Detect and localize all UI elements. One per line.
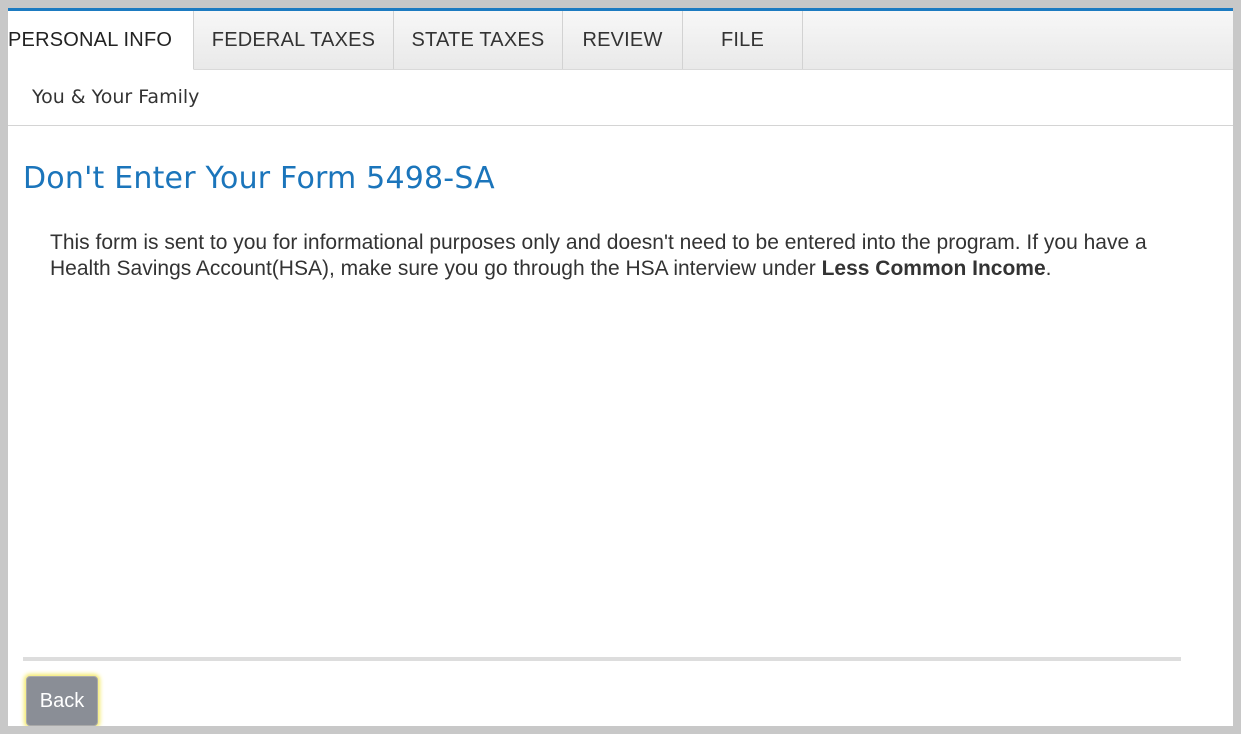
breadcrumb-label: You & Your Family bbox=[32, 86, 200, 108]
message-end: . bbox=[1045, 257, 1052, 280]
tab-file[interactable]: FILE bbox=[683, 11, 803, 69]
tab-review[interactable]: REVIEW bbox=[563, 11, 683, 69]
tab-personal-info[interactable]: PERSONAL INFO bbox=[8, 11, 194, 70]
info-message: This form is sent to you for information… bbox=[50, 230, 1190, 282]
page-title: Don't Enter Your Form 5498-SA bbox=[23, 161, 495, 196]
message-emphasis: Less Common Income bbox=[821, 257, 1046, 280]
tab-state-taxes[interactable]: STATE TAXES bbox=[394, 11, 563, 69]
back-button[interactable]: Back bbox=[26, 676, 98, 726]
tab-federal-taxes[interactable]: FEDERAL TAXES bbox=[194, 11, 394, 69]
tab-bar: PERSONAL INFO FEDERAL TAXES STATE TAXES … bbox=[8, 11, 1233, 70]
app-frame: PERSONAL INFO FEDERAL TAXES STATE TAXES … bbox=[8, 8, 1233, 726]
section-breadcrumb: You & Your Family bbox=[8, 69, 1233, 126]
footer-divider bbox=[23, 657, 1181, 661]
